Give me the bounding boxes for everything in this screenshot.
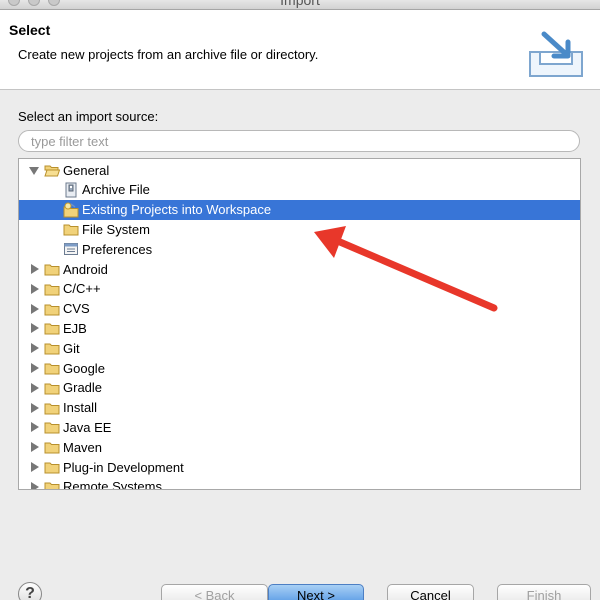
folder-icon	[44, 442, 60, 454]
tree-item[interactable]: Remote Systems	[19, 477, 580, 490]
tree-item-label: Existing Projects into Workspace	[82, 202, 272, 218]
page-description: Create new projects from an archive file…	[18, 47, 319, 62]
tree-item[interactable]: Preferences	[19, 239, 580, 259]
tree-item-label: Java EE	[63, 419, 112, 435]
expand-toggle-icon[interactable]	[29, 303, 41, 315]
tree-item-label: Preferences	[82, 241, 153, 257]
cancel-button[interactable]: Cancel	[387, 584, 474, 600]
tree-item[interactable]: Plug-in Development	[19, 457, 580, 477]
tree-item[interactable]: Java EE	[19, 417, 580, 437]
window-titlebar: Import	[0, 0, 600, 10]
preferences-icon	[64, 243, 78, 256]
expand-toggle-icon[interactable]	[29, 263, 41, 275]
finish-button[interactable]: Finish	[497, 584, 591, 600]
tree-item[interactable]: File System	[19, 219, 580, 239]
tree-item[interactable]: Git	[19, 338, 580, 358]
next-button[interactable]: Next >	[268, 584, 364, 600]
tree-item[interactable]: CVS	[19, 299, 580, 319]
tree-item[interactable]: Maven	[19, 437, 580, 457]
expand-toggle-icon[interactable]	[29, 461, 41, 473]
tree-item-label: File System	[82, 221, 150, 237]
tree-item-label: EJB	[63, 320, 87, 336]
tree-item-label: Gradle	[63, 380, 103, 396]
folder-icon	[44, 383, 60, 395]
tree-item[interactable]: Google	[19, 358, 580, 378]
import-source-label: Select an import source:	[18, 109, 159, 124]
expand-toggle-icon[interactable]	[29, 322, 41, 334]
window-title: Import	[280, 0, 320, 8]
tree-item-label: Android	[63, 261, 108, 277]
existing-projects-icon	[63, 202, 79, 218]
tree-item[interactable]: Existing Projects into Workspace	[19, 199, 580, 220]
folder-icon	[44, 462, 60, 474]
tree-item-label: CVS	[63, 301, 90, 317]
tree-item[interactable]: Install	[19, 398, 580, 418]
expand-toggle-icon[interactable]	[29, 441, 41, 453]
expand-toggle-icon[interactable]	[29, 283, 41, 295]
tree-item-label: Install	[63, 400, 97, 416]
tree-item[interactable]: EJB	[19, 318, 580, 338]
tree-item[interactable]: C/C++	[19, 279, 580, 299]
import-wizard-icon	[529, 31, 583, 77]
folder-icon	[44, 363, 60, 375]
folder-icon	[44, 264, 60, 276]
tree-item-label: Archive File	[82, 182, 150, 198]
folder-icon	[44, 323, 60, 335]
folder-icon	[44, 403, 60, 415]
tree-item[interactable]: Gradle	[19, 378, 580, 398]
tree-item[interactable]: Android	[19, 259, 580, 279]
tree-item-label: C/C++	[63, 281, 101, 297]
tree-item[interactable]: Archive File	[19, 180, 580, 200]
tree-item-label: Git	[63, 340, 80, 356]
tree-item-label: Google	[63, 360, 105, 376]
folder-icon	[44, 482, 60, 489]
tree-item-label: Remote Systems	[63, 479, 162, 490]
expand-toggle-icon[interactable]	[29, 164, 41, 176]
expand-toggle-icon[interactable]	[29, 481, 41, 489]
folder-open-icon	[44, 165, 60, 177]
folder-icon	[44, 284, 60, 296]
help-button[interactable]: ?	[18, 582, 42, 600]
tree-item-label: General	[63, 162, 110, 178]
tree-item[interactable]: General	[19, 160, 580, 180]
folder-icon	[63, 224, 79, 236]
archive-file-icon	[65, 182, 77, 198]
expand-toggle-icon[interactable]	[29, 402, 41, 414]
expand-toggle-icon[interactable]	[29, 421, 41, 433]
expand-toggle-icon[interactable]	[29, 342, 41, 354]
folder-icon	[44, 343, 60, 355]
import-source-tree[interactable]: General Archive File Existing Projects int…	[18, 158, 581, 490]
expand-toggle-icon[interactable]	[29, 382, 41, 394]
folder-icon	[44, 304, 60, 316]
page-title: Select	[9, 22, 51, 38]
tree-item-label: Plug-in Development	[63, 459, 184, 475]
back-button[interactable]: < Back	[161, 584, 268, 600]
wizard-header: Select Create new projects from an archi…	[0, 10, 600, 90]
tree-item-label: Maven	[63, 439, 103, 455]
expand-toggle-icon[interactable]	[29, 362, 41, 374]
folder-icon	[44, 422, 60, 434]
filter-input[interactable]	[18, 130, 580, 152]
